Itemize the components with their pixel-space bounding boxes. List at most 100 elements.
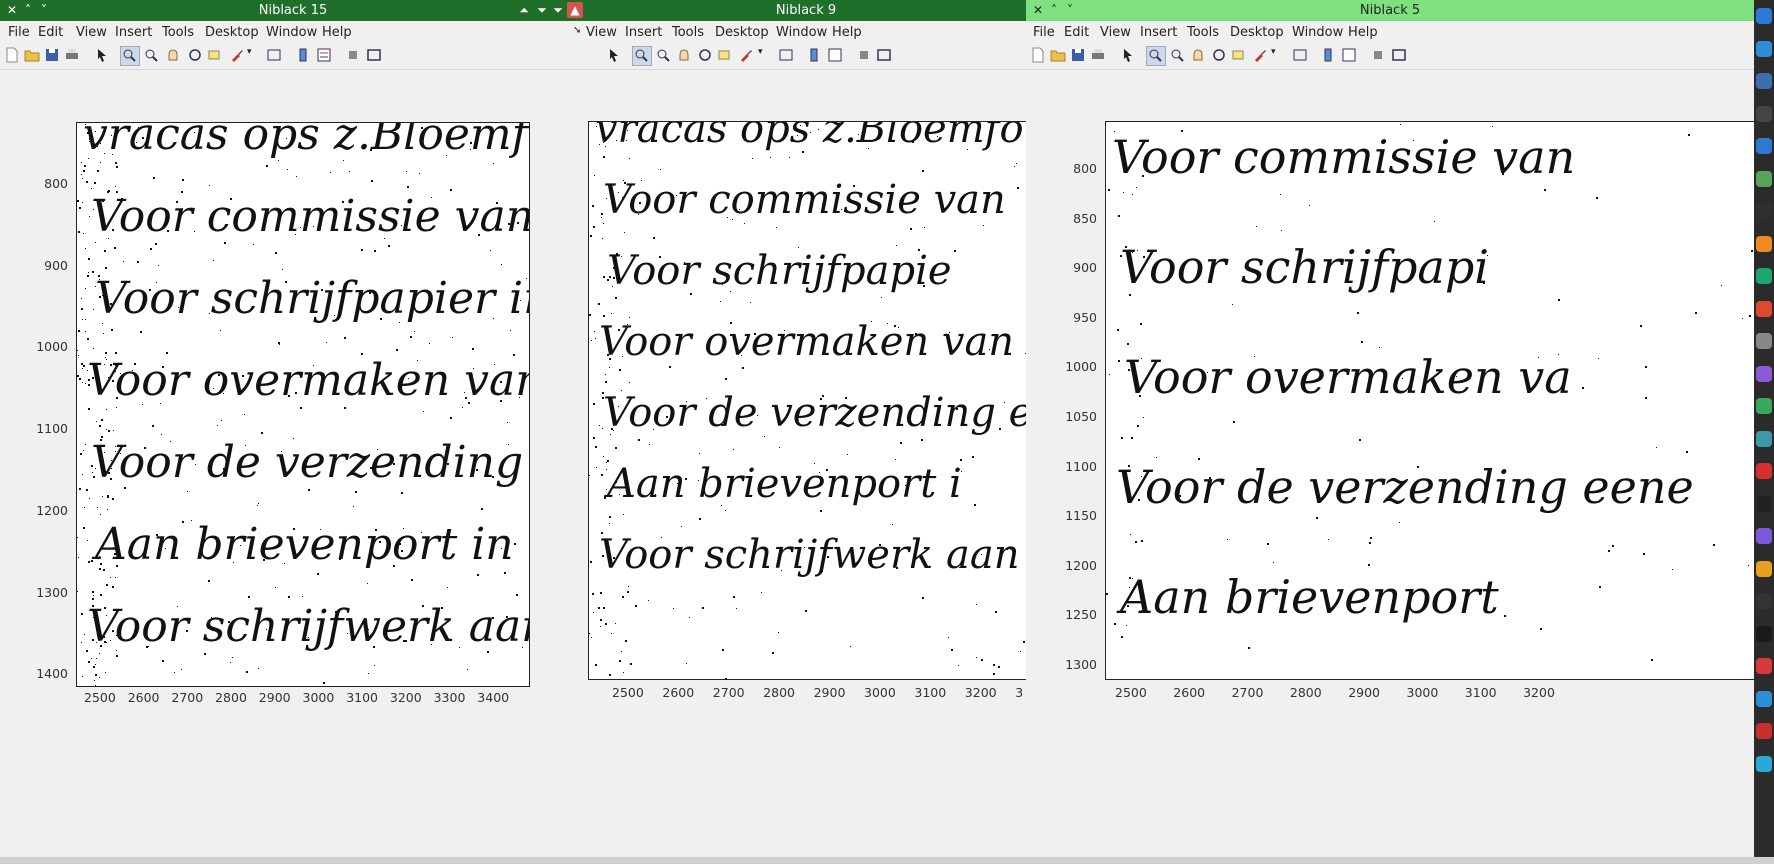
blue-icon[interactable] <box>1756 690 1772 707</box>
yellow-icon[interactable] <box>1756 560 1772 577</box>
menu-view[interactable]: View <box>76 25 107 40</box>
brush-icon[interactable] <box>229 47 247 65</box>
open-file-icon[interactable] <box>1050 47 1068 65</box>
titlebar[interactable]: ✕ ˄ ˅ Niblack 15 ⏶ ⏷ ⏷ ▲ <box>0 0 586 21</box>
hide-tools-icon[interactable] <box>345 47 363 65</box>
hide-tools-icon[interactable] <box>856 47 874 65</box>
show-tools-icon[interactable] <box>876 47 894 65</box>
terminal-icon[interactable] <box>1756 105 1772 122</box>
menu-desktop[interactable]: Desktop <box>1230 25 1284 40</box>
show-tools-icon[interactable] <box>1391 47 1409 65</box>
titlebar[interactable]: Niblack 9 <box>586 0 1026 21</box>
maximize-icon[interactable]: ⏶ <box>516 2 532 18</box>
link-icon[interactable] <box>266 47 284 65</box>
menu-insert[interactable]: Insert <box>115 25 152 40</box>
rotate-icon[interactable] <box>1211 47 1229 65</box>
image-axes[interactable]: Voor commissie van Voor schrijfpapi Voor o… <box>1105 121 1754 680</box>
zoom-in-icon[interactable] <box>1146 46 1166 66</box>
print-icon[interactable] <box>1090 47 1108 65</box>
record-icon[interactable] <box>1756 723 1772 739</box>
zoom-out-icon[interactable] <box>1169 47 1187 65</box>
purple-app-icon[interactable] <box>1756 365 1772 382</box>
save-icon[interactable] <box>1070 47 1088 65</box>
menu-insert[interactable]: Insert <box>1140 25 1177 40</box>
dock-arrow-icon[interactable]: ➘ <box>573 25 581 36</box>
menu-tools[interactable]: Tools <box>162 25 194 40</box>
folder-icon[interactable] <box>1756 40 1772 57</box>
legend-icon[interactable] <box>1341 47 1359 65</box>
app-icon[interactable] <box>1756 8 1772 24</box>
files-icon[interactable] <box>1756 170 1772 187</box>
zoom-out-icon[interactable] <box>655 47 673 65</box>
pan-icon[interactable] <box>676 47 694 65</box>
dark-icon[interactable] <box>1756 625 1772 642</box>
image-axes[interactable]: vracas ops z.Bloemfon Voor commissie van V… <box>588 121 1026 680</box>
menu-edit[interactable]: Edit <box>38 25 63 40</box>
print-icon[interactable] <box>64 47 82 65</box>
link-icon[interactable] <box>1292 47 1310 65</box>
zoom-out-icon[interactable] <box>143 47 161 65</box>
hide-tools-icon[interactable] <box>1370 47 1388 65</box>
teal-app-icon[interactable] <box>1756 430 1772 447</box>
teamviewer-icon[interactable] <box>1756 268 1772 284</box>
pointer-icon[interactable] <box>606 47 624 65</box>
show-tools-icon[interactable] <box>366 47 384 65</box>
menu-window[interactable]: Window <box>266 25 317 40</box>
chrome-icon[interactable] <box>1756 73 1772 89</box>
menu-tools[interactable]: Tools <box>1187 25 1219 40</box>
menu-view[interactable]: View <box>1100 25 1131 40</box>
menu-desktop[interactable]: Desktop <box>715 25 769 40</box>
colorbar-icon[interactable] <box>1320 47 1338 65</box>
zoom-in-icon[interactable] <box>632 46 652 66</box>
rotate-icon[interactable] <box>697 47 715 65</box>
titlebar[interactable]: ✕ ˄ ˅ Niblack 5 <box>1026 0 1754 21</box>
open-file-icon[interactable] <box>24 47 42 65</box>
pan-icon[interactable] <box>165 47 183 65</box>
menu-tools[interactable]: Tools <box>672 25 704 40</box>
save-icon[interactable] <box>44 47 62 65</box>
pointer-icon[interactable] <box>1120 47 1138 65</box>
brush-icon[interactable] <box>1252 47 1270 65</box>
dropdown-arrow-icon[interactable]: ▾ <box>758 47 768 65</box>
green-app-icon[interactable] <box>1756 398 1772 414</box>
color-icon[interactable] <box>1756 528 1772 544</box>
menu-help[interactable]: Help <box>1348 25 1378 40</box>
colorbar-icon[interactable] <box>295 47 313 65</box>
brush-icon[interactable] <box>738 47 756 65</box>
menu-help[interactable]: Help <box>322 25 352 40</box>
menu-insert[interactable]: Insert <box>625 25 662 40</box>
rotate-icon[interactable] <box>187 47 205 65</box>
orange-icon[interactable] <box>1756 235 1772 252</box>
collapse-icon[interactable]: ⏷ <box>534 2 550 18</box>
menu-window[interactable]: Window <box>776 25 827 40</box>
data-cursor-icon[interactable] <box>1231 47 1249 65</box>
menu-file[interactable]: File <box>1033 25 1055 40</box>
mail-icon[interactable] <box>1756 138 1772 154</box>
data-cursor-icon[interactable] <box>717 47 735 65</box>
app-menu-icon[interactable]: ▲ <box>567 2 583 18</box>
menu-file[interactable]: File <box>8 25 30 40</box>
zoom-in-icon[interactable] <box>120 46 140 66</box>
menu-edit[interactable]: Edit <box>1064 25 1089 40</box>
new-figure-icon[interactable] <box>4 47 22 65</box>
menu-desktop[interactable]: Desktop <box>205 25 259 40</box>
arrow-icon[interactable] <box>1756 755 1772 772</box>
obs-icon[interactable] <box>1756 495 1772 512</box>
menu-view[interactable]: View <box>586 25 617 40</box>
red-app-icon[interactable] <box>1756 300 1772 317</box>
legend-icon[interactable] <box>316 47 334 65</box>
dropdown-arrow-icon[interactable]: ▾ <box>1271 47 1281 65</box>
pointer-icon[interactable] <box>94 47 112 65</box>
menu-help[interactable]: Help <box>832 25 862 40</box>
link-icon[interactable] <box>778 47 796 65</box>
colorbar-icon[interactable] <box>806 47 824 65</box>
menu-window[interactable]: Window <box>1292 25 1343 40</box>
pdf-icon[interactable] <box>1756 658 1772 674</box>
steam-icon[interactable] <box>1756 203 1772 219</box>
new-figure-icon[interactable] <box>1030 47 1048 65</box>
gray-app-icon[interactable] <box>1756 333 1772 349</box>
pan-icon[interactable] <box>1190 47 1208 65</box>
minimize-icon[interactable]: ⏷ <box>550 2 566 18</box>
image-axes[interactable]: vracas ops z.Bloemfontein, Voor commissie… <box>76 122 530 687</box>
dropdown-arrow-icon[interactable]: ▾ <box>247 47 257 65</box>
